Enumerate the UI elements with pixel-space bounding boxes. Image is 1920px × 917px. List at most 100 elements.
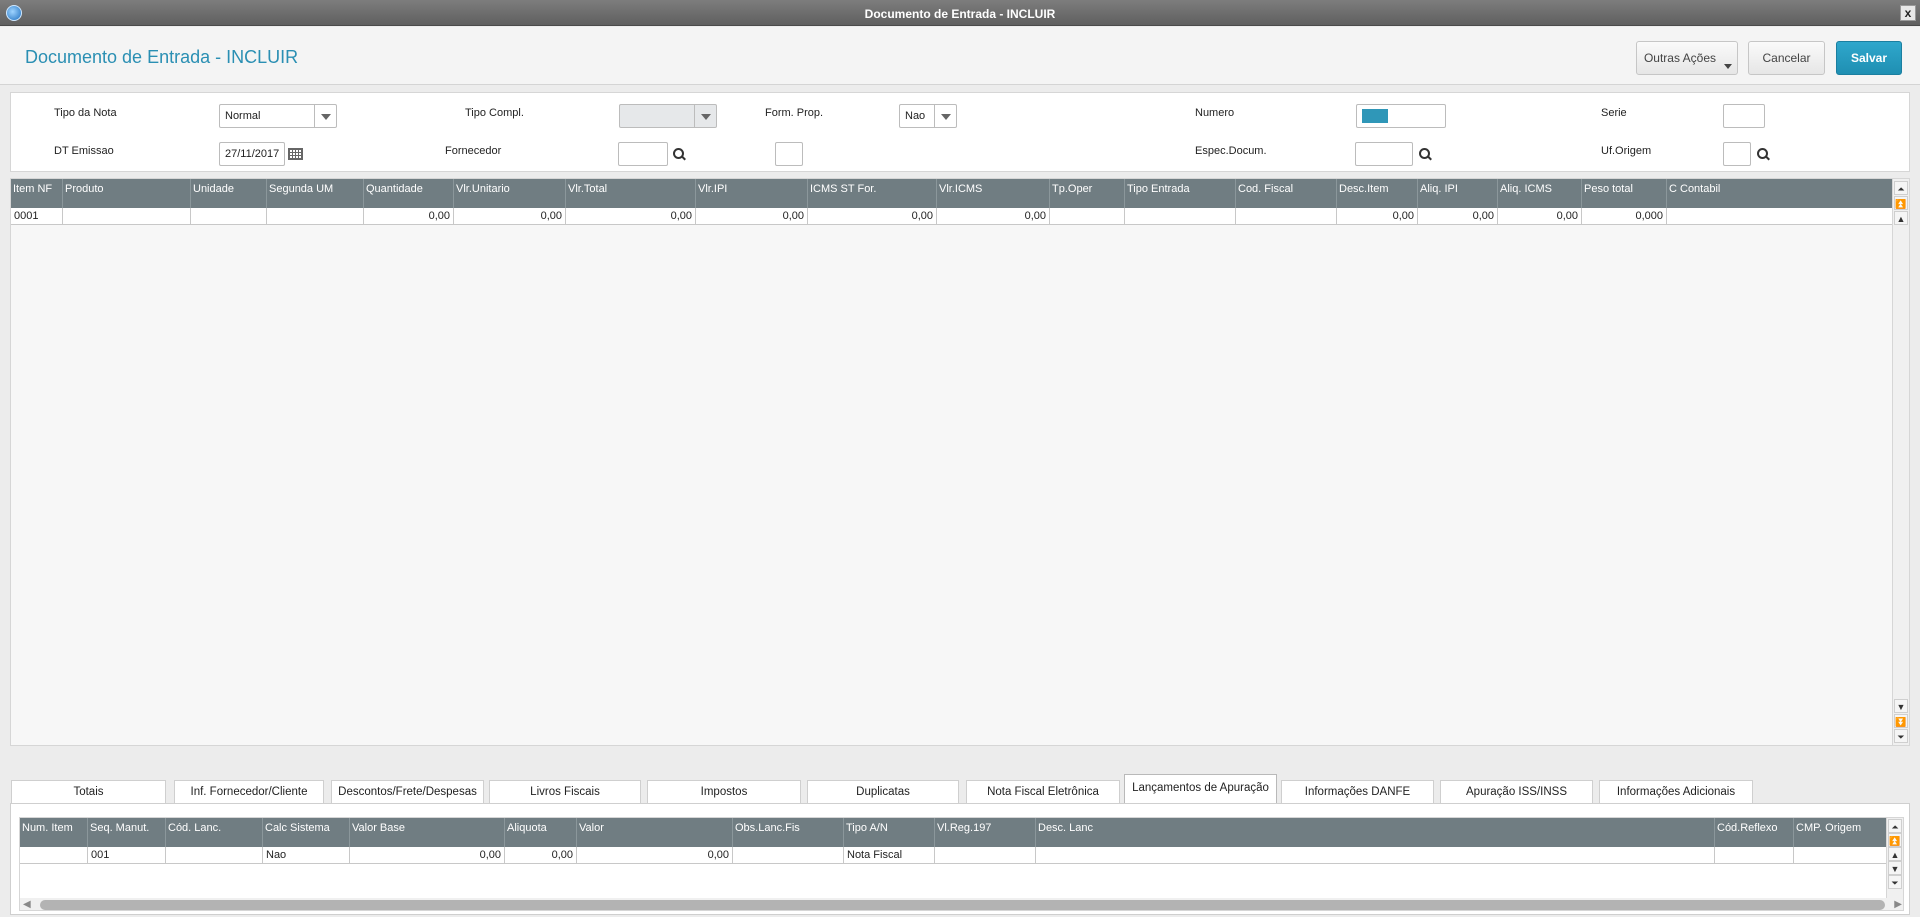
dt-emissao-input[interactable]: 27/11/2017 bbox=[219, 142, 285, 166]
column-header-tp-oper[interactable]: Tp.Oper bbox=[1050, 179, 1125, 208]
column-header-cod-lanc[interactable]: Cód. Lanc. bbox=[166, 818, 263, 847]
fornecedor-loja-input[interactable] bbox=[775, 142, 803, 166]
column-header-num-item[interactable]: Num. Item bbox=[20, 818, 88, 847]
cell-valor[interactable]: 0,00 bbox=[577, 847, 733, 864]
scroll-page-down-icon[interactable]: ⏬ bbox=[1894, 714, 1908, 728]
fornecedor-input[interactable] bbox=[618, 142, 668, 166]
cell-peso-total[interactable]: 0,000 bbox=[1582, 208, 1667, 225]
scroll-bottom-icon[interactable]: ⏷ bbox=[1888, 875, 1902, 889]
column-header-unidade[interactable]: Unidade bbox=[191, 179, 267, 208]
cell-vl-reg-197[interactable] bbox=[935, 847, 1036, 864]
column-header-aliquota[interactable]: Aliquota bbox=[505, 818, 577, 847]
cell-quantidade[interactable]: 0,00 bbox=[364, 208, 454, 225]
tab-informacoes-adicionais[interactable]: Informações Adicionais bbox=[1599, 780, 1753, 804]
tab-nota-fiscal-eletronica[interactable]: Nota Fiscal Eletrônica bbox=[966, 780, 1120, 804]
cell-segunda-um[interactable] bbox=[267, 208, 364, 225]
scroll-down-icon[interactable]: ▼ bbox=[1888, 861, 1902, 875]
cell-desc-lanc[interactable] bbox=[1036, 847, 1715, 864]
cell-tipo-a-n[interactable]: Nota Fiscal bbox=[844, 847, 935, 864]
uf-origem-search-icon[interactable] bbox=[1757, 148, 1771, 162]
cell-item-nf[interactable]: 0001 bbox=[11, 208, 63, 225]
tipo-nota-select[interactable]: Normal bbox=[219, 104, 337, 128]
column-header-segunda-um[interactable]: Segunda UM bbox=[267, 179, 364, 208]
column-header-seq-manut[interactable]: Seq. Manut. bbox=[88, 818, 166, 847]
items-vertical-scrollbar[interactable]: ⏶ ⏫ ▲ ▼ ⏬ ⏷ bbox=[1892, 179, 1909, 745]
scroll-up-icon[interactable]: ▲ bbox=[1894, 211, 1908, 225]
column-header-calc-sistema[interactable]: Calc Sistema bbox=[263, 818, 350, 847]
scroll-page-up-icon[interactable]: ⏫ bbox=[1894, 196, 1908, 210]
tab-totais[interactable]: Totais bbox=[11, 780, 166, 804]
column-header-vlr-icms[interactable]: Vlr.ICMS bbox=[937, 179, 1050, 208]
column-header-vlr-unitario[interactable]: Vlr.Unitario bbox=[454, 179, 566, 208]
espec-docum-input[interactable] bbox=[1355, 142, 1413, 166]
items-grid[interactable]: Item NF Produto Unidade Segunda UM Quantidad… bbox=[10, 178, 1910, 746]
window-close-button[interactable]: x bbox=[1900, 5, 1916, 21]
apuracao-grid[interactable]: Num. Item Seq. Manut. Cód. Lanc. Calc Siste… bbox=[19, 817, 1904, 911]
tab-impostos[interactable]: Impostos bbox=[647, 780, 801, 804]
column-header-cod-fiscal[interactable]: Cod. Fiscal bbox=[1236, 179, 1337, 208]
table-row[interactable]: 001 Nao 0,00 0,00 0,00 Nota Fiscal bbox=[20, 847, 1887, 864]
column-header-aliq-icms[interactable]: Aliq. ICMS bbox=[1498, 179, 1582, 208]
cell-tp-oper[interactable] bbox=[1050, 208, 1125, 225]
cell-aliq-ipi[interactable]: 0,00 bbox=[1418, 208, 1498, 225]
tab-lancamentos-de-apuracao[interactable]: Lançamentos de Apuração bbox=[1124, 774, 1277, 804]
column-header-quantidade[interactable]: Quantidade bbox=[364, 179, 454, 208]
column-header-desc-lanc[interactable]: Desc. Lanc bbox=[1036, 818, 1715, 847]
column-header-vlr-total[interactable]: Vlr.Total bbox=[566, 179, 696, 208]
outras-acoes-button[interactable]: Outras Ações bbox=[1636, 41, 1738, 75]
column-header-aliq-ipi[interactable]: Aliq. IPI bbox=[1418, 179, 1498, 208]
column-header-c-contabil[interactable]: C Contabil bbox=[1667, 179, 1909, 208]
column-header-cod-reflexo[interactable]: Cód.Reflexo bbox=[1715, 818, 1794, 847]
column-header-tipo-a-n[interactable]: Tipo A/N bbox=[844, 818, 935, 847]
form-prop-select[interactable]: Nao bbox=[899, 104, 957, 128]
cell-num-item[interactable] bbox=[20, 847, 88, 864]
cell-valor-base[interactable]: 0,00 bbox=[350, 847, 505, 864]
fornecedor-search-icon[interactable] bbox=[673, 148, 687, 162]
cell-vlr-total[interactable]: 0,00 bbox=[566, 208, 696, 225]
uf-origem-input[interactable] bbox=[1723, 142, 1751, 166]
cell-vlr-icms[interactable]: 0,00 bbox=[937, 208, 1050, 225]
tab-descontos-frete-despesas[interactable]: Descontos/Frete/Despesas bbox=[331, 780, 484, 804]
scroll-top-icon[interactable]: ⏶ bbox=[1888, 819, 1902, 833]
cell-cmp-origem[interactable] bbox=[1794, 847, 1887, 864]
scroll-page-up-icon[interactable]: ⏫ bbox=[1888, 833, 1902, 847]
cell-cod-reflexo[interactable] bbox=[1715, 847, 1794, 864]
cancel-button[interactable]: Cancelar bbox=[1748, 41, 1825, 75]
cell-unidade[interactable] bbox=[191, 208, 267, 225]
apuracao-horizontal-scrollbar[interactable]: ◀ ▶ bbox=[20, 898, 1903, 910]
cell-desc-item[interactable]: 0,00 bbox=[1337, 208, 1418, 225]
cell-cod-lanc[interactable] bbox=[166, 847, 263, 864]
cell-aliq-icms[interactable]: 0,00 bbox=[1498, 208, 1582, 225]
tipo-compl-select[interactable] bbox=[619, 104, 717, 128]
espec-docum-search-icon[interactable] bbox=[1419, 148, 1433, 162]
tab-apuracao-iss-inss[interactable]: Apuração ISS/INSS bbox=[1440, 780, 1593, 804]
column-header-tipo-entrada[interactable]: Tipo Entrada bbox=[1125, 179, 1236, 208]
serie-input[interactable] bbox=[1723, 104, 1765, 128]
scroll-top-icon[interactable]: ⏶ bbox=[1894, 181, 1908, 195]
cell-icms-st-for[interactable]: 0,00 bbox=[808, 208, 937, 225]
column-header-peso-total[interactable]: Peso total bbox=[1582, 179, 1667, 208]
tab-inf-fornecedor-cliente[interactable]: Inf. Fornecedor/Cliente bbox=[174, 780, 324, 804]
column-header-cmp-origem[interactable]: CMP. Origem bbox=[1794, 818, 1887, 847]
scroll-up-icon[interactable]: ▲ bbox=[1888, 847, 1902, 861]
column-header-vl-reg-197[interactable]: Vl.Reg.197 bbox=[935, 818, 1036, 847]
table-row[interactable]: 0001 0,00 0,00 0,00 0,00 0,00 0,00 0,00 0,00 0,00… bbox=[11, 208, 1909, 225]
cell-produto[interactable] bbox=[63, 208, 191, 225]
cell-tipo-entrada[interactable] bbox=[1125, 208, 1236, 225]
tab-livros-fiscais[interactable]: Livros Fiscais bbox=[489, 780, 641, 804]
calendar-icon[interactable] bbox=[288, 148, 303, 160]
cell-seq-manut[interactable]: 001 bbox=[88, 847, 166, 864]
column-header-icms-st-for[interactable]: ICMS ST For. bbox=[808, 179, 937, 208]
tab-duplicatas[interactable]: Duplicatas bbox=[807, 780, 959, 804]
cell-cod-fiscal[interactable] bbox=[1236, 208, 1337, 225]
column-header-item-nf[interactable]: Item NF bbox=[11, 179, 63, 208]
column-header-desc-item[interactable]: Desc.Item bbox=[1337, 179, 1418, 208]
numero-input[interactable] bbox=[1356, 104, 1446, 128]
scroll-down-icon[interactable]: ▼ bbox=[1894, 699, 1908, 713]
column-header-valor-base[interactable]: Valor Base bbox=[350, 818, 505, 847]
cell-vlr-ipi[interactable]: 0,00 bbox=[696, 208, 808, 225]
scroll-right-icon[interactable]: ▶ bbox=[1894, 899, 1902, 910]
apuracao-vertical-scrollbar[interactable]: ⏶ ⏫ ▲ ▼ ⏷ bbox=[1886, 818, 1903, 898]
scroll-thumb[interactable] bbox=[40, 900, 1885, 910]
tab-informacoes-danfe[interactable]: Informações DANFE bbox=[1281, 780, 1434, 804]
